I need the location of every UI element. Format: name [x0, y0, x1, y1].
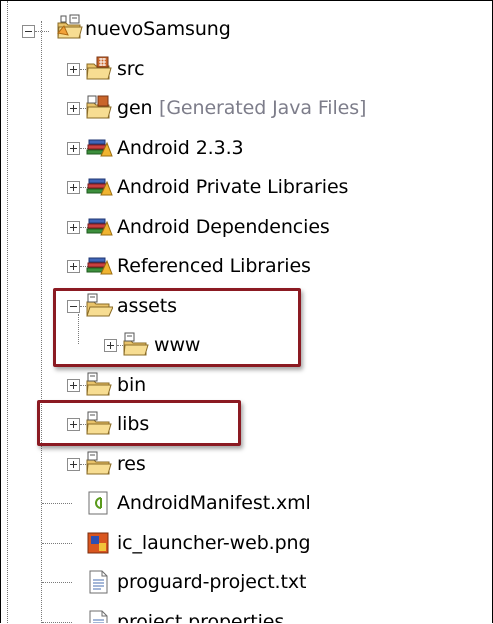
tree-row-bin[interactable]: bin — [1, 369, 481, 401]
tree-row-src[interactable]: src — [1, 53, 481, 85]
tree-item-label: src — [117, 57, 145, 80]
tree-item-label: Referenced Libraries — [117, 255, 311, 277]
folder-icon — [86, 451, 112, 474]
library-container-icon — [86, 178, 113, 196]
tree-row-root[interactable]: nuevoSamsung — [1, 13, 481, 45]
expand-toggle[interactable] — [67, 102, 80, 115]
source-folder-icon — [86, 56, 112, 79]
tree-row-android-2-3-3[interactable]: Android 2.3.3 — [1, 132, 481, 164]
expand-toggle[interactable] — [67, 181, 80, 194]
library-container-icon — [86, 218, 113, 235]
tree-item-label: Android Dependencies — [117, 215, 330, 238]
text-file-icon — [89, 610, 108, 623]
expand-toggle[interactable] — [67, 457, 80, 471]
highlight-box-assets — [53, 288, 301, 367]
tree-label-root: nuevoSamsung — [85, 18, 231, 40]
tree-item-label: project.properties — [117, 610, 285, 624]
tree-row-gen[interactable]: gen [Generated Java Files] — [1, 92, 481, 124]
tree-item-label: Android Private Libraries — [117, 176, 349, 198]
tree-row-res[interactable]: res — [1, 448, 481, 480]
tree-row-proguard-project-txt[interactable]: proguard-project.txt — [1, 566, 481, 598]
tree-item-label: res — [117, 452, 146, 475]
tree-item-label: AndroidManifest.xml — [117, 492, 311, 514]
highlight-box-libs — [37, 400, 241, 446]
tree-row-ic-launcher-web-png[interactable]: ic_launcher-web.png — [1, 527, 481, 559]
tree-item-label: proguard-project.txt — [117, 571, 307, 593]
package-explorer-tree: nuevoSamsung src gen [Generated Java Files… — [0, 0, 493, 623]
tree-row-android-private-libraries[interactable]: Android Private Libraries — [1, 171, 481, 203]
manifest-file-icon — [88, 491, 108, 515]
folder-icon — [86, 372, 112, 395]
collapse-toggle[interactable] — [22, 25, 35, 38]
tree-item-label: bin — [117, 373, 147, 396]
tree-row-androidmanifest-xml[interactable]: AndroidManifest.xml — [1, 487, 481, 519]
tree-item-decoration: [Generated Java Files] — [159, 97, 367, 119]
tree-item-label: ic_launcher-web.png — [117, 531, 311, 554]
expand-toggle[interactable] — [67, 378, 80, 392]
generated-source-folder-icon — [86, 95, 112, 119]
android-project-icon — [57, 14, 83, 39]
tree-row-project-properties[interactable]: project.properties — [1, 606, 481, 624]
expand-toggle[interactable] — [67, 260, 80, 273]
expand-toggle[interactable] — [67, 141, 80, 155]
tree-item-label: gen — [117, 97, 153, 119]
tree-row-referenced-libraries[interactable]: Referenced Libraries — [1, 250, 481, 282]
tree-item-label: Android 2.3.3 — [117, 136, 244, 159]
library-container-icon — [86, 139, 113, 156]
expand-toggle[interactable] — [67, 62, 80, 76]
expand-toggle[interactable] — [67, 220, 80, 234]
tree-row-android-dependencies[interactable]: Android Dependencies — [1, 211, 481, 243]
library-container-icon — [86, 257, 113, 275]
image-file-icon — [87, 532, 109, 553]
text-file-icon — [89, 570, 108, 594]
